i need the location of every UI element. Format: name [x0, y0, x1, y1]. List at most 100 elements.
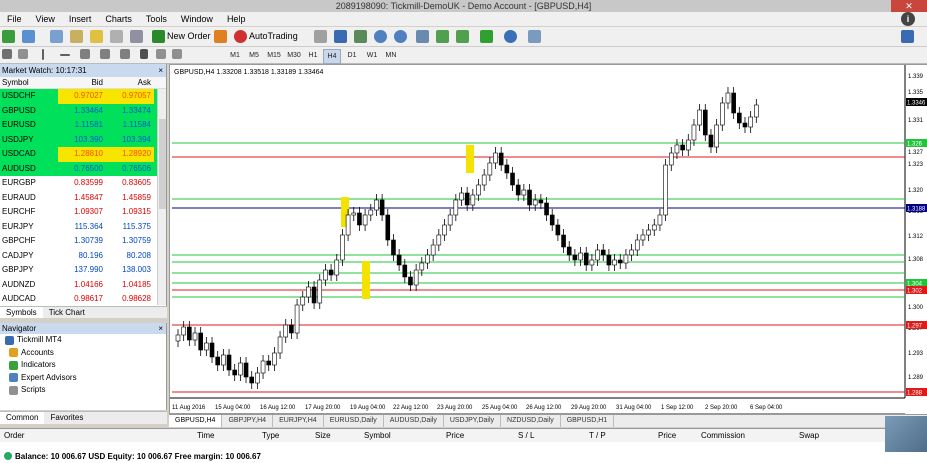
col-price[interactable]: Price [446, 429, 464, 442]
tab-tick-chart[interactable]: Tick Chart [43, 307, 91, 318]
search-icon[interactable] [901, 30, 914, 43]
nav-item-indicators[interactable]: Indicators [0, 359, 166, 372]
metaeditor-icon[interactable] [214, 30, 227, 43]
tab-favorites[interactable]: Favorites [44, 412, 89, 424]
zoom-in-icon[interactable] [374, 30, 387, 43]
menu-tools[interactable]: Tools [139, 14, 174, 24]
market-watch-row[interactable]: AUDUSD 0.76500 0.76506 [0, 161, 166, 176]
scrollbar[interactable] [157, 89, 166, 305]
chart-shift-icon[interactable] [436, 30, 449, 43]
col-symbol[interactable]: Symbol [0, 77, 58, 88]
col-order[interactable]: Order [4, 429, 24, 442]
tab-symbols[interactable]: Symbols [0, 307, 43, 318]
info-icon[interactable]: i [901, 12, 915, 26]
chart-tab[interactable]: AUDUSD,Daily [384, 415, 444, 427]
new-order-icon[interactable] [152, 30, 165, 43]
chart-tab[interactable]: GBPJPY,H4 [222, 415, 274, 427]
zoom-out-icon[interactable] [394, 30, 407, 43]
bar-chart-icon[interactable] [314, 30, 327, 43]
trendline-icon[interactable] [80, 49, 90, 59]
timeframe-m1[interactable]: M1 [226, 49, 244, 62]
nav-item-scripts[interactable]: Scripts [0, 384, 166, 397]
col-tp[interactable]: T / P [589, 429, 606, 442]
cursor-icon[interactable] [2, 49, 12, 59]
market-watch-row[interactable]: EURAUD 1.45847 1.45859 [0, 191, 166, 206]
market-watch-row[interactable]: EURUSD 1.11581 1.11584 [0, 118, 166, 133]
menu-charts[interactable]: Charts [98, 14, 139, 24]
autotrading-icon[interactable] [234, 30, 247, 43]
data-window-icon[interactable] [70, 30, 83, 43]
market-watch-row[interactable]: USDCAD 1.28810 1.28920 [0, 147, 166, 162]
market-watch-row[interactable]: AUDCAD 0.98617 0.98628 [0, 292, 166, 307]
price-chart[interactable]: 1.3391.3351.3311.3271.3231.3201.3161.312… [170, 65, 927, 415]
col-type[interactable]: Type [262, 429, 279, 442]
market-watch-row[interactable]: GBPUSD 1.33464 1.33474 [0, 103, 166, 118]
menu-window[interactable]: Window [174, 14, 220, 24]
timeframe-d1[interactable]: D1 [343, 49, 361, 62]
close-icon[interactable]: × [158, 323, 163, 334]
menu-insert[interactable]: Insert [62, 14, 99, 24]
indicators-icon[interactable] [480, 30, 493, 43]
chart-tab[interactable]: EURJPY,H4 [273, 415, 324, 427]
timeframe-mn[interactable]: MN [382, 49, 400, 62]
nav-item-root[interactable]: Tickmill MT4 [0, 334, 166, 347]
col-size[interactable]: Size [315, 429, 331, 442]
profiles-icon[interactable] [22, 30, 35, 43]
chart-tab[interactable]: GBPUSD,H4 [169, 415, 223, 427]
timeframe-m5[interactable]: M5 [245, 49, 263, 62]
market-watch-row[interactable]: USDJPY 103.390 103.394 [0, 132, 166, 147]
col-bid[interactable]: Bid [58, 77, 106, 88]
chart-tab[interactable]: NZDUSD,Daily [501, 415, 561, 427]
col-time[interactable]: Time [197, 429, 214, 442]
timeframe-h4[interactable]: H4 [323, 49, 341, 64]
nav-item-accounts[interactable]: Accounts [0, 347, 166, 360]
timeframe-w1[interactable]: W1 [363, 49, 381, 62]
templates-icon[interactable] [528, 30, 541, 43]
market-watch-row[interactable]: EURCHF 1.09307 1.09315 [0, 205, 166, 220]
terminal-icon[interactable] [110, 30, 123, 43]
market-watch-row[interactable]: USDCHF 0.97027 0.97057 [0, 89, 166, 104]
autotrading-button[interactable]: AutoTrading [249, 30, 298, 43]
crosshair-icon[interactable] [18, 49, 28, 59]
market-watch-row[interactable]: EURGBP 0.83599 0.83605 [0, 176, 166, 191]
col-commission[interactable]: Commission [701, 429, 745, 442]
timeframe-m30[interactable]: M30 [285, 49, 303, 62]
close-icon[interactable]: × [158, 64, 163, 77]
label-icon[interactable] [156, 49, 166, 59]
chart-window[interactable]: 1.3391.3351.3311.3271.3231.3201.3161.312… [169, 64, 927, 415]
tile-windows-icon[interactable] [416, 30, 429, 43]
market-watch-icon[interactable] [50, 30, 63, 43]
tab-common[interactable]: Common [0, 412, 45, 424]
menu-file[interactable]: File [0, 14, 29, 24]
close-window-button[interactable]: ✕ [891, 0, 927, 12]
channel-icon[interactable] [100, 49, 110, 59]
col-swap[interactable]: Swap [799, 429, 819, 442]
chart-tab[interactable]: EURUSD,Daily [324, 415, 384, 427]
new-chart-icon[interactable] [2, 30, 15, 43]
chart-tab[interactable]: GBPUSD,H1 [561, 415, 615, 427]
timeframe-m15[interactable]: M15 [265, 49, 283, 62]
menu-help[interactable]: Help [220, 14, 253, 24]
scrollbar-thumb[interactable] [159, 119, 166, 209]
fibo-icon[interactable] [120, 49, 130, 59]
candlesticks-icon[interactable] [334, 30, 347, 43]
market-watch-row[interactable]: AUDNZD 1.04166 1.04185 [0, 278, 166, 293]
vertical-line-icon[interactable] [42, 49, 44, 60]
tester-icon[interactable] [130, 30, 143, 43]
autoscroll-icon[interactable] [456, 30, 469, 43]
col-ask[interactable]: Ask [106, 77, 154, 88]
col-symbol[interactable]: Symbol [364, 429, 391, 442]
market-watch-row[interactable]: GBPJPY 137.990 138.003 [0, 263, 166, 278]
chart-tab[interactable]: USDJPY,Daily [444, 415, 502, 427]
navigator-icon[interactable] [90, 30, 103, 43]
text-icon[interactable] [140, 49, 148, 59]
arrows-icon[interactable] [172, 49, 182, 59]
col-price-current[interactable]: Price [658, 429, 676, 442]
new-order-button[interactable]: New Order [167, 30, 211, 43]
horizontal-line-icon[interactable] [60, 54, 70, 56]
col-sl[interactable]: S / L [518, 429, 534, 442]
periods-icon[interactable] [504, 30, 517, 43]
market-watch-row[interactable]: CADJPY 80.196 80.208 [0, 249, 166, 264]
line-chart-icon[interactable] [354, 30, 367, 43]
market-watch-row[interactable]: GBPCHF 1.30739 1.30759 [0, 234, 166, 249]
